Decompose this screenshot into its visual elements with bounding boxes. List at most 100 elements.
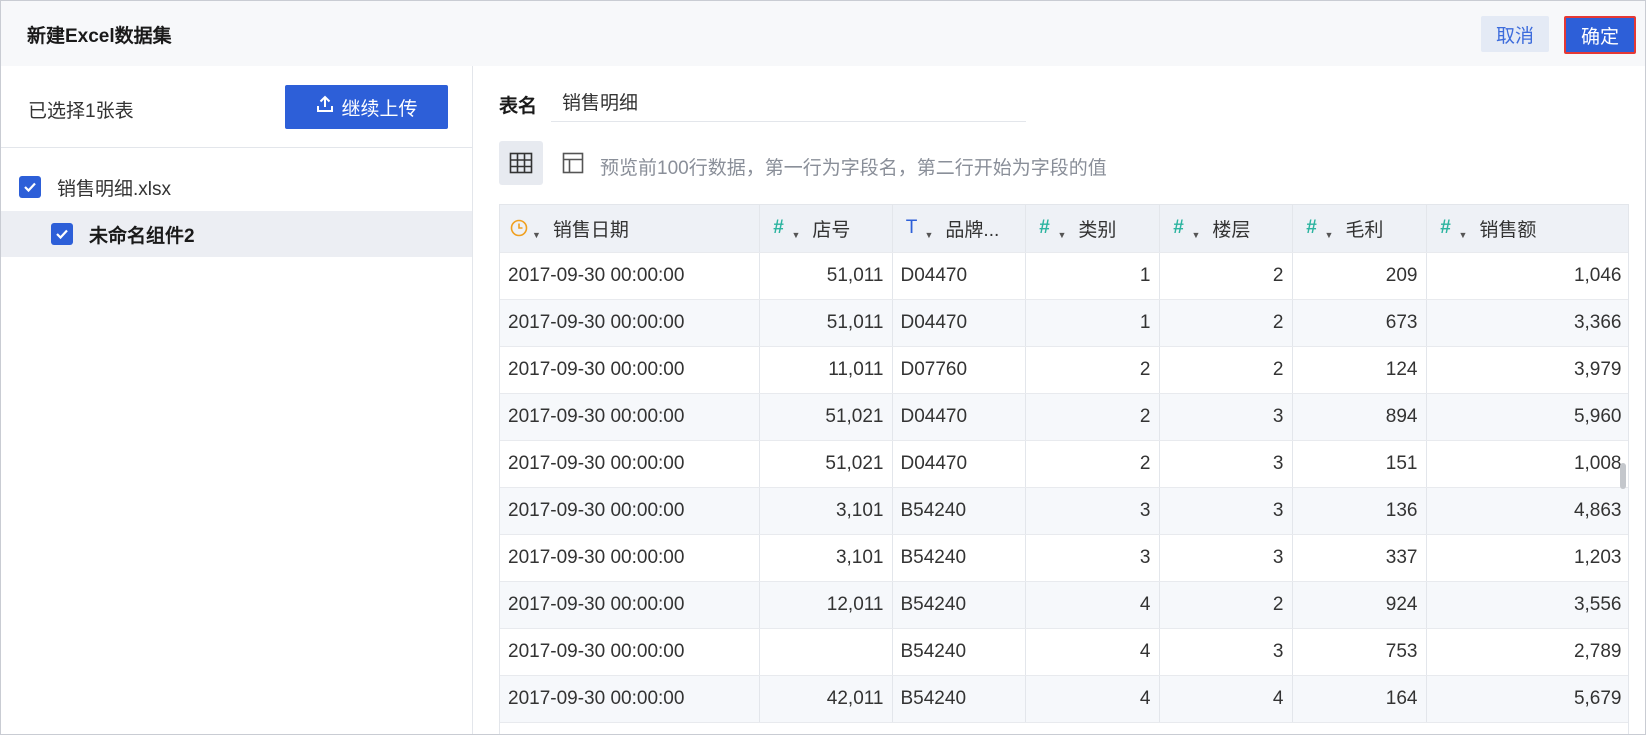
table-cell: 4 [1025,628,1160,676]
caret-down-icon[interactable]: ▼ [532,230,541,240]
table-cell: 2017-09-30 00:00:00 [500,675,760,723]
table-cell: 4,863 [1426,487,1628,535]
table-cell: B54240 [892,534,1026,582]
number-icon[interactable]: # [1435,217,1457,239]
caret-down-icon[interactable]: ▼ [792,230,801,240]
table-cell: 337 [1292,534,1427,582]
table-cell: 2017-09-30 00:00:00 [500,534,760,582]
table-cell: D04470 [892,440,1026,488]
text-icon[interactable]: T [901,217,923,239]
caret-down-icon[interactable]: ▼ [1192,230,1201,240]
column-header[interactable]: # ▼ 店号 [759,205,893,253]
right-panel: 表名 预览前100行数据，第一行为字段名，第二行开始为字段的值 ▼ 销售日期 #▼店… [474,66,1645,734]
table-cell: 3 [1159,440,1293,488]
number-icon[interactable]: # [1301,217,1323,239]
table-name-label: 表名 [499,96,538,117]
table-cell: 42,011 [759,675,893,723]
table-row: 2017-09-30 00:00:00 11,011 D07760 2 2 124 3,97… [500,346,1628,394]
table-cell: 894 [1292,393,1427,441]
left-panel: 已选择1张表 继续上传 销售明细.xlsx 未命名组件2 [1,66,473,734]
file-checkbox[interactable] [19,176,41,198]
table-cell: 3 [1159,534,1293,582]
table-cell: 5,679 [1426,675,1628,723]
number-icon[interactable]: # [1168,217,1190,239]
table-cell: 2017-09-30 00:00:00 [500,628,760,676]
table-body: 2017-09-30 00:00:00 51,011 D04470 1 2 209 1,04… [500,252,1628,723]
table-cell: 2017-09-30 00:00:00 [500,252,760,300]
table-cell: 3,979 [1426,346,1628,394]
table-cell: D04470 [892,393,1026,441]
table-scrollbar[interactable] [1620,463,1626,489]
continue-upload-button[interactable]: 继续上传 [285,85,448,129]
table-cell: 4 [1025,675,1160,723]
table-cell: 3,556 [1426,581,1628,629]
file-tree-item[interactable]: 销售明细.xlsx [1,164,472,210]
table-cell: 2 [1025,346,1160,394]
table-cell: 2017-09-30 00:00:00 [500,581,760,629]
table-row: 2017-09-30 00:00:00 3,101 B54240 3 3 136 4,863 [500,487,1628,535]
column-header[interactable]: # ▼ 楼层 [1159,205,1293,253]
preview-hint: 预览前100行数据，第一行为字段名，第二行开始为字段的值 [600,158,1107,179]
table-cell: 2,789 [1426,628,1628,676]
table-cell: 2017-09-30 00:00:00 [500,346,760,394]
grid-icon [509,152,533,174]
table-cell: B54240 [892,487,1026,535]
table-cell: 1,008 [1426,440,1628,488]
table-cell: 209 [1292,252,1427,300]
number-icon[interactable]: # [768,217,790,239]
table-cell: 2 [1025,393,1160,441]
column-label: 销售日期 [552,219,629,241]
date-icon[interactable] [508,219,530,237]
caret-down-icon[interactable]: ▼ [1325,230,1334,240]
table-cell: 51,021 [759,440,893,488]
table-cell: 2 [1159,581,1293,629]
table-row: 2017-09-30 00:00:00 51,021 D04470 2 3 894 5,96… [500,393,1628,441]
table-cell: B54240 [892,628,1026,676]
table-cell: 3,366 [1426,299,1628,347]
table-cell: 51,011 [759,252,893,300]
sheet-tree-item[interactable]: 未命名组件2 [1,211,472,257]
table-cell: 3 [1025,534,1160,582]
table-cell: 3,101 [759,487,893,535]
column-header[interactable]: # ▼ 类别 [1025,205,1160,253]
table-view-button[interactable] [558,141,588,185]
table-row: 2017-09-30 00:00:00 3,101 B54240 3 3 337 1,203 [500,534,1628,582]
table-row: 2017-09-30 00:00:00 51,011 D04470 1 2 673 3,36… [500,299,1628,347]
caret-down-icon[interactable]: ▼ [925,230,934,240]
table-row: 2017-09-30 00:00:00 51,011 D04470 1 2 209 1,04… [500,252,1628,300]
table-cell: D04470 [892,252,1026,300]
table-name-input[interactable] [551,82,1026,122]
table-cell: 753 [1292,628,1427,676]
table-cell: 1 [1025,252,1160,300]
dialog-window: 新建Excel数据集 取消 确定 已选择1张表 继续上传 销售明细.xlsx 未… [0,0,1646,735]
column-label: 类别 [1078,219,1117,241]
table-cell: 5,960 [1426,393,1628,441]
table-cell: 3 [1159,393,1293,441]
table-cell: 3,101 [759,534,893,582]
confirm-button[interactable]: 确定 [1564,16,1636,54]
file-name: 销售明细.xlsx [57,178,172,200]
table-cell [759,628,893,676]
grid-view-button[interactable] [499,141,543,185]
column-header[interactable]: # ▼ 毛利 [1292,205,1427,253]
column-header[interactable]: T ▼ 品牌... [892,205,1026,253]
sheet-checkbox[interactable] [51,223,73,245]
number-icon[interactable]: # [1034,217,1056,239]
table-cell: 2 [1159,346,1293,394]
caret-down-icon[interactable]: ▼ [1058,230,1067,240]
table-cell: D07760 [892,346,1026,394]
table-cell: 3 [1159,487,1293,535]
column-label: 楼层 [1212,219,1251,241]
caret-down-icon[interactable]: ▼ [1459,230,1468,240]
table-cell: 2 [1159,252,1293,300]
table-cell: 2 [1159,299,1293,347]
cancel-button[interactable]: 取消 [1481,16,1549,52]
column-header[interactable]: # ▼ 销售额 [1426,205,1628,253]
table-cell: 3 [1025,487,1160,535]
table-cell: 924 [1292,581,1427,629]
table-cell: 124 [1292,346,1427,394]
preview-table: ▼ 销售日期 # ▼ 店号 T ▼ 品牌... # ▼ 类别 # ▼ 楼层 # ▼ 毛利 # ▼ 销售额 2017-0… [499,204,1629,734]
layout-icon [562,152,584,174]
column-label: 毛利 [1345,219,1384,241]
column-header[interactable]: ▼ 销售日期 [500,205,760,253]
